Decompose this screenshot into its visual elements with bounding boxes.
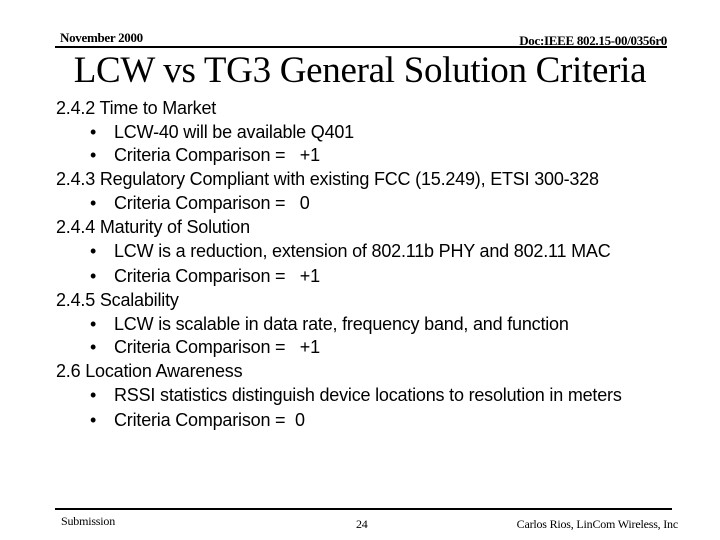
bullet-item: • Criteria Comparison = 0 xyxy=(56,192,696,215)
slide-body: 2.4.2 Time to Market • LCW-40 will be ava… xyxy=(56,96,696,432)
bullet-item: • LCW is scalable in data rate, frequency… xyxy=(56,313,696,336)
bullet-icon: • xyxy=(90,241,97,261)
bullet-icon: • xyxy=(90,122,97,142)
bullet-text: Criteria Comparison = 0 xyxy=(114,193,310,213)
bullet-item: • LCW is a reduction, extension of 802.11… xyxy=(56,241,634,262)
bullet-item: • Criteria Comparison = +1 xyxy=(56,144,696,167)
slide-title: LCW vs TG3 General Solution Criteria xyxy=(73,50,647,91)
bullet-icon: • xyxy=(90,314,97,334)
bullet-text: LCW is scalable in data rate, frequency … xyxy=(114,314,569,334)
bullet-item: • RSSI statistics distinguish device loca… xyxy=(56,385,634,406)
footer-submission: Submission xyxy=(61,514,116,528)
bullet-icon: • xyxy=(90,266,97,286)
section-heading: 2.4.3 Regulatory Compliant with existing… xyxy=(56,169,599,189)
bullet-text: Criteria Comparison = +1 xyxy=(114,337,320,357)
section-scalability: 2.4.5 Scalability • LCW is scalable in da… xyxy=(56,288,696,359)
bullet-icon: • xyxy=(90,145,97,165)
bullet-text: RSSI statistics distinguish device locat… xyxy=(114,385,622,405)
bullet-icon: • xyxy=(90,385,97,405)
bullet-text: Criteria Comparison = +1 xyxy=(114,145,320,165)
footer-page-number: 24 xyxy=(356,517,368,531)
section-heading: 2.4.2 Time to Market xyxy=(56,98,217,118)
bullet-icon: • xyxy=(90,337,97,357)
header-date: November 2000 xyxy=(60,30,143,45)
bullet-icon: • xyxy=(90,410,97,430)
bullet-item: • Criteria Comparison = +1 xyxy=(56,265,696,288)
bullet-item: • LCW-40 will be available Q401 xyxy=(56,121,696,144)
section-maturity: 2.4.4 Maturity of Solution • LCW is a red… xyxy=(56,215,696,288)
footer-rule xyxy=(55,508,672,510)
bullet-item: • Criteria Comparison = 0 xyxy=(56,409,696,432)
bullet-text: LCW is a reduction, extension of 802.11b… xyxy=(114,241,611,261)
bullet-text: LCW-40 will be available Q401 xyxy=(114,122,354,142)
footer-author: Carlos Rios, LinCom Wireless, Inc xyxy=(516,517,679,531)
section-time-to-market: 2.4.2 Time to Market • LCW-40 will be ava… xyxy=(56,96,696,167)
section-location-awareness: 2.6 Location Awareness • RSSI statistics … xyxy=(56,359,696,432)
bullet-text: Criteria Comparison = 0 xyxy=(114,410,305,430)
bullet-item: • Criteria Comparison = +1 xyxy=(56,336,696,359)
bullet-text: Criteria Comparison = +1 xyxy=(114,266,320,286)
section-heading: 2.4.5 Scalability xyxy=(56,290,179,310)
section-heading: 2.6 Location Awareness xyxy=(56,361,243,381)
bullet-icon: • xyxy=(90,193,97,213)
section-heading: 2.4.4 Maturity of Solution xyxy=(56,217,250,237)
section-regulatory: 2.4.3 Regulatory Compliant with existing… xyxy=(56,167,696,215)
